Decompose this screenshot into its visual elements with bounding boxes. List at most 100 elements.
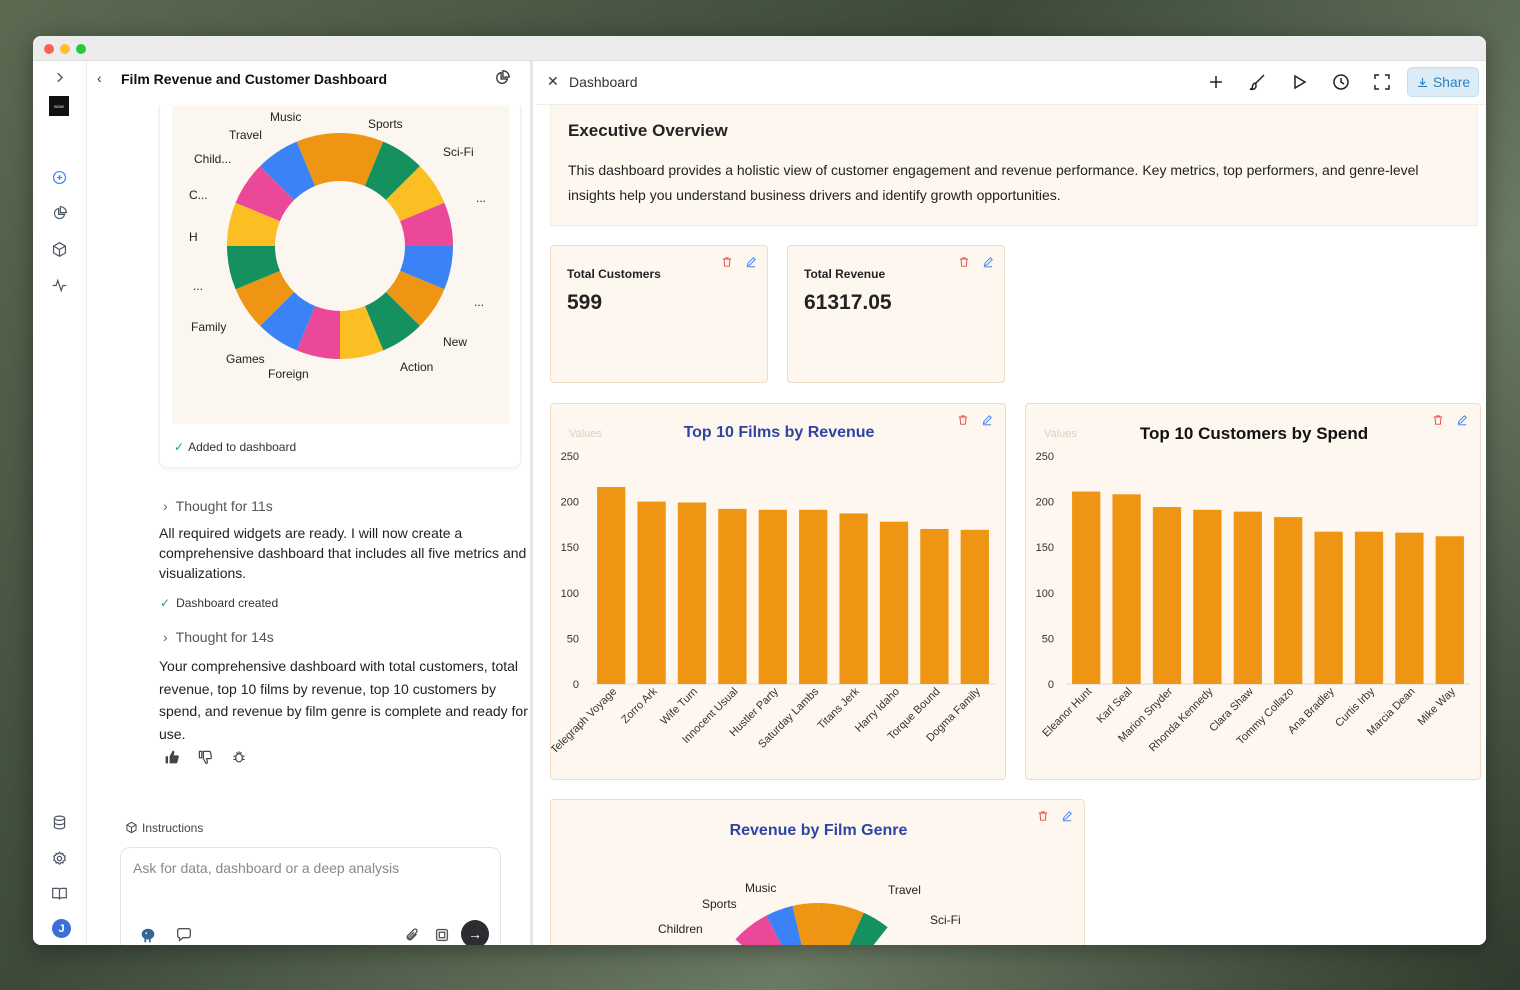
bar[interactable] [1395, 532, 1424, 684]
genre-chart-widget: Revenue by Film Genre Music Sports Travel S… [550, 799, 1085, 945]
bar[interactable] [597, 487, 626, 684]
bar[interactable] [879, 521, 909, 684]
chat-panel: ‹ Film Revenue and Customer Dashboard Mu… [87, 61, 533, 945]
dashboard-panel: ✕ Dashboard Share Executive Overview Thi… [536, 61, 1486, 945]
debug-bug-icon[interactable] [231, 749, 247, 765]
added-status-label: Added to dashboard [188, 440, 297, 454]
widget-actions [1037, 810, 1073, 822]
bar[interactable] [1152, 507, 1182, 684]
bar[interactable] [1112, 494, 1141, 684]
top-customers-chart-widget: Values Top 10 Customers by Spend 0 50 100 1… [1025, 403, 1481, 780]
thumbs-down-icon[interactable] [197, 749, 213, 765]
edit-icon[interactable] [1061, 810, 1073, 822]
prompt-input[interactable] [133, 860, 488, 900]
app-logo[interactable]: BOW [49, 96, 69, 116]
edit-icon[interactable] [982, 256, 994, 268]
bar[interactable] [758, 509, 787, 684]
copy-icon[interactable] [433, 926, 451, 944]
chat-header: ‹ Film Revenue and Customer Dashboard [87, 61, 530, 99]
trash-icon[interactable] [958, 256, 970, 268]
donut-label: Sports [368, 117, 403, 131]
send-button[interactable]: → [461, 920, 489, 945]
metric-value: 61317.05 [804, 291, 892, 314]
share-button[interactable]: Share [1407, 67, 1479, 97]
check-icon: ✓ [160, 596, 171, 610]
minimize-window-button[interactable] [60, 44, 70, 54]
metric-label: Total Revenue [804, 267, 886, 281]
add-plus-icon[interactable] [1206, 72, 1226, 92]
activity-icon[interactable] [49, 275, 69, 295]
customers-bar-svg: 050100150200250Eleanor Hunt Karl SealMari… [1036, 451, 1470, 754]
added-status: ✓ Added to dashboard [174, 440, 296, 454]
trash-icon[interactable] [721, 256, 733, 268]
play-icon[interactable] [1289, 72, 1309, 92]
bar[interactable] [1435, 536, 1464, 684]
close-icon[interactable]: ✕ [547, 73, 559, 90]
postgres-elephant-icon[interactable] [139, 926, 157, 944]
settings-gear-icon[interactable] [49, 848, 69, 868]
docs-book-icon[interactable] [49, 883, 69, 903]
donut-svg: Music Sports Travel Sci-Fi Child...... C... H.… [189, 110, 486, 381]
maximize-window-button[interactable] [76, 44, 86, 54]
y-tick-label: 0 [573, 679, 579, 691]
title-bar [33, 36, 1486, 61]
chevron-right-icon: › [163, 498, 168, 514]
x-tick-label: Karl Seal [1095, 686, 1135, 726]
close-window-button[interactable] [44, 44, 54, 54]
top-films-chart-widget: Values Top 10 Films by Revenue 0 50 100 150… [550, 403, 1006, 780]
expand-chevron-icon[interactable] [49, 67, 69, 87]
donut-label: ... [474, 295, 484, 309]
thought-toggle-1[interactable]: › Thought for 11s [163, 498, 273, 514]
overview-text: This dashboard provides a holistic view … [568, 162, 1419, 203]
donut-label: New [443, 335, 467, 349]
chart-title: Top 10 Films by Revenue [683, 424, 875, 441]
y-tick-label: 150 [561, 542, 579, 554]
check-icon: ✓ [174, 440, 185, 454]
bar[interactable] [1354, 531, 1384, 684]
dashboard-canvas: Executive Overview This dashboard provid… [536, 105, 1486, 945]
history-clock-icon[interactable] [1331, 72, 1351, 92]
x-tick-label: Zorro Ark [619, 685, 660, 726]
fullscreen-icon[interactable] [1372, 72, 1392, 92]
bar[interactable] [839, 513, 868, 684]
y-tick-label: 250 [1036, 451, 1054, 463]
paperclip-icon[interactable] [403, 926, 421, 944]
bar[interactable] [920, 528, 949, 684]
edit-icon[interactable] [745, 256, 757, 268]
trash-icon[interactable] [1037, 810, 1049, 822]
download-icon [1417, 77, 1427, 87]
cube-icon [126, 821, 137, 834]
bar[interactable] [677, 502, 707, 684]
back-chevron-icon[interactable]: ‹ [97, 70, 102, 86]
status-label: Dashboard created [176, 596, 279, 610]
bar[interactable] [799, 509, 828, 684]
dashboard-pie-icon[interactable] [493, 69, 511, 87]
bar[interactable] [960, 529, 989, 684]
thought-toggle-2[interactable]: › Thought for 14s [163, 629, 274, 645]
chat-bubble-icon[interactable] [175, 926, 193, 944]
models-cube-icon[interactable] [49, 239, 69, 259]
chat-title: Film Revenue and Customer Dashboard [121, 71, 388, 87]
genre-donut-chart: Music Sports Travel Sci-Fi Child...... C... H.… [172, 106, 509, 424]
bar[interactable] [637, 501, 666, 684]
user-avatar[interactable]: J [52, 919, 71, 938]
bar[interactable] [718, 508, 747, 684]
new-report-icon[interactable] [49, 167, 69, 187]
reports-pie-icon[interactable] [49, 203, 69, 223]
thumbs-up-icon[interactable] [164, 749, 180, 765]
paintbrush-icon[interactable] [1247, 72, 1267, 92]
genre-label: Sci-Fi [930, 913, 961, 927]
y-tick-label: 50 [1042, 633, 1054, 645]
donut-label: Games [226, 352, 265, 366]
widget-preview-card: Music Sports Travel Sci-Fi Child...... C... H.… [159, 106, 521, 468]
widget-actions [721, 256, 757, 268]
bar[interactable] [1072, 491, 1101, 684]
bar[interactable] [1274, 517, 1303, 684]
instructions-link[interactable]: Instructions [125, 821, 203, 835]
bar[interactable] [1314, 531, 1343, 684]
bar[interactable] [1233, 511, 1262, 684]
y-tick-label: 100 [1036, 588, 1054, 600]
database-icon[interactable] [49, 812, 69, 832]
donut-label: Child... [194, 152, 231, 166]
bar[interactable] [1193, 509, 1222, 684]
